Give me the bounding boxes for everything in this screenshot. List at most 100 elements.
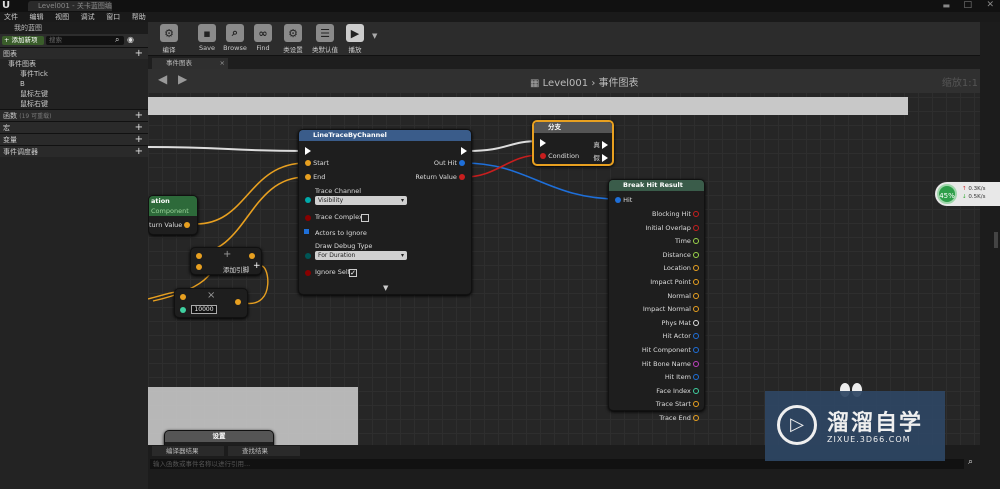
tab-find-results[interactable]: 查找结果 bbox=[228, 446, 300, 456]
draw-debug-dropdown[interactable]: For Duration ▾ bbox=[315, 251, 407, 260]
output-pin[interactable]: Location bbox=[663, 264, 699, 272]
branch-node[interactable]: 分支 真 Condition 假 bbox=[532, 120, 614, 166]
menu-edit[interactable]: 编辑 bbox=[30, 13, 44, 21]
out-hit-pin[interactable]: Out Hit bbox=[434, 159, 465, 167]
search-input[interactable]: 搜索 bbox=[46, 36, 124, 45]
multiply-node[interactable]: × 10000 bbox=[174, 288, 248, 318]
find-button[interactable]: ∞ Find bbox=[252, 24, 274, 54]
output-pin[interactable]: Initial Overlap bbox=[645, 224, 699, 232]
ignore-self-checkbox[interactable]: ✓ bbox=[349, 269, 357, 277]
end-pin[interactable]: End bbox=[305, 173, 325, 181]
graph-item[interactable]: 事件Tick bbox=[0, 69, 148, 79]
output-pin[interactable]: Phys Mat bbox=[661, 319, 699, 327]
add-new-button[interactable]: + 添加新项 bbox=[2, 36, 44, 45]
output-pin[interactable] bbox=[235, 299, 241, 305]
partial-node[interactable]: ation Component turn Value bbox=[148, 195, 198, 235]
graph-item[interactable]: 事件图表 bbox=[0, 59, 148, 69]
actors-ignore-pin[interactable] bbox=[304, 229, 309, 234]
output-pin[interactable]: Blocking Hit bbox=[652, 210, 699, 218]
add-graph-icon[interactable]: + bbox=[135, 48, 143, 60]
break-hit-result-node[interactable]: Break Hit Result Hit Blocking Hit Initia… bbox=[608, 179, 705, 422]
true-pin[interactable]: 真 bbox=[593, 139, 608, 149]
class-settings-button[interactable]: ⚙ 类设置 bbox=[280, 24, 306, 54]
ignore-self-pin[interactable] bbox=[305, 270, 311, 276]
window-tab[interactable]: Level001 - 关卡蓝图编辑 bbox=[28, 1, 112, 20]
exec-in-pin[interactable] bbox=[305, 147, 311, 155]
input-pin-a[interactable] bbox=[196, 253, 202, 259]
menu-window[interactable]: 窗口 bbox=[106, 13, 120, 21]
add-dispatcher-icon[interactable]: + bbox=[135, 146, 143, 158]
network-widget[interactable]: 45% ↑ 0.3K/s ↓ 0.5K/s bbox=[935, 182, 1000, 206]
hit-pin[interactable]: Hit bbox=[615, 196, 632, 204]
graph-item[interactable]: B bbox=[0, 79, 148, 89]
output-pin[interactable]: Distance bbox=[663, 251, 699, 259]
output-pin[interactable]: Hit Component bbox=[642, 346, 699, 354]
exec-out-pin[interactable] bbox=[461, 147, 467, 155]
output-pin[interactable]: Impact Point bbox=[650, 278, 699, 286]
output-pin[interactable]: Hit Item bbox=[665, 373, 699, 381]
menu-help[interactable]: 帮助 bbox=[132, 13, 146, 21]
output-pin[interactable]: Trace Start bbox=[656, 400, 699, 408]
trace-complex-pin[interactable] bbox=[305, 215, 311, 221]
close-icon[interactable]: ✕ bbox=[986, 0, 994, 10]
scroll-handle[interactable] bbox=[994, 232, 998, 248]
return-value-pin[interactable]: Return Value bbox=[415, 173, 465, 181]
output-pin[interactable]: Hit Bone Name bbox=[642, 360, 699, 368]
output-pin[interactable]: Impact Normal bbox=[643, 305, 699, 313]
browse-button[interactable]: ⌕ Browse bbox=[222, 24, 248, 54]
close-tab-icon[interactable]: × bbox=[220, 58, 225, 69]
start-pin[interactable]: Start bbox=[305, 159, 329, 167]
input-pin-b[interactable] bbox=[196, 264, 202, 270]
search-icon[interactable]: ⌕ bbox=[115, 35, 119, 45]
dropdown-value: Visibility bbox=[318, 197, 344, 204]
minimize-icon[interactable]: ▬ bbox=[942, 1, 950, 10]
return-value-pin[interactable]: turn Value bbox=[149, 221, 191, 229]
draw-debug-pin[interactable] bbox=[305, 253, 311, 259]
multiply-value-input[interactable]: 10000 bbox=[191, 305, 217, 314]
output-pin[interactable]: Hit Actor bbox=[663, 332, 699, 340]
save-button[interactable]: ▪ Save bbox=[196, 24, 218, 54]
trace-channel-pin[interactable] bbox=[305, 197, 311, 203]
menu-file[interactable]: 文件 bbox=[4, 13, 18, 21]
tab-compiler-results[interactable]: 编译器结果 bbox=[152, 446, 224, 456]
graph-canvas[interactable]: ◀ ▶ ▦ Level001 › 事件图表 缩放1:1 ation Compone… bbox=[148, 69, 980, 445]
add-node[interactable]: + 添加引脚 + bbox=[190, 247, 262, 275]
menu-debug[interactable]: 调试 bbox=[81, 13, 95, 21]
graph-item[interactable]: 鼠标右键 bbox=[0, 99, 148, 109]
condition-pin[interactable]: Condition bbox=[540, 152, 579, 160]
graph-item[interactable]: 鼠标左键 bbox=[0, 89, 148, 99]
output-pin[interactable] bbox=[249, 253, 255, 259]
input-pin-a[interactable] bbox=[180, 294, 186, 300]
node-title: LineTraceByChannel bbox=[313, 131, 387, 139]
expand-arrow-icon[interactable]: ▼ bbox=[383, 284, 388, 292]
section-dispatchers[interactable]: 事件调度器 + bbox=[0, 145, 148, 157]
output-pin[interactable]: Trace End bbox=[659, 414, 699, 422]
section-macros[interactable]: 宏 + bbox=[0, 121, 148, 133]
pin-dot bbox=[693, 401, 699, 408]
input-pin-b[interactable] bbox=[180, 307, 186, 313]
search-icon[interactable]: ⌕ bbox=[968, 457, 973, 467]
section-graphs[interactable]: 图表 + bbox=[0, 47, 148, 59]
compile-button[interactable]: ⚙ 编译 bbox=[154, 24, 184, 54]
set-node[interactable]: 设置 bbox=[164, 430, 274, 445]
add-pin-icon[interactable]: + bbox=[253, 261, 261, 271]
output-pin[interactable]: Normal bbox=[667, 292, 699, 300]
play-options-icon[interactable]: ▼ bbox=[372, 32, 377, 40]
section-variables[interactable]: 变量 + bbox=[0, 133, 148, 145]
trace-complex-checkbox[interactable] bbox=[361, 214, 369, 222]
linetrace-node[interactable]: LineTraceByChannel Start Out Hit End Ret… bbox=[298, 129, 472, 295]
node-header: 分支 bbox=[534, 122, 612, 133]
class-defaults-button[interactable]: ☰ 类默认值 bbox=[310, 24, 340, 54]
output-pin[interactable]: Time bbox=[675, 237, 699, 245]
section-functions[interactable]: 函数 (19 可重载) + bbox=[0, 109, 148, 121]
output-pin[interactable]: Face Index bbox=[656, 387, 699, 395]
menu-view[interactable]: 视图 bbox=[55, 13, 69, 21]
maximize-icon[interactable]: □ bbox=[963, 0, 972, 10]
add-pin-label[interactable]: 添加引脚 bbox=[223, 264, 249, 274]
tab-event-graph[interactable]: 事件图表 × bbox=[152, 58, 228, 69]
eye-icon[interactable]: ◉ bbox=[127, 35, 134, 44]
false-pin[interactable]: 假 bbox=[593, 152, 608, 162]
trace-channel-dropdown[interactable]: Visibility ▾ bbox=[315, 196, 407, 205]
play-button[interactable]: ▶ 播放 bbox=[344, 24, 366, 54]
exec-in-pin[interactable] bbox=[540, 139, 546, 147]
